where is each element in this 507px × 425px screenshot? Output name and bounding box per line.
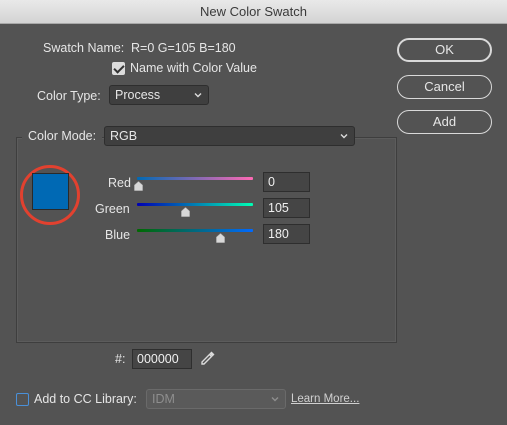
color-type-select[interactable]: Process bbox=[109, 85, 209, 105]
color-preview-swatch bbox=[32, 173, 69, 210]
hex-input[interactable]: 000000 bbox=[132, 349, 192, 369]
red-label: Red bbox=[108, 176, 131, 190]
color-mode-label: Color Mode: bbox=[28, 129, 97, 143]
name-with-color-label[interactable]: Name with Color Value bbox=[130, 61, 257, 75]
swatch-name-label: Swatch Name: bbox=[43, 41, 125, 55]
ok-button[interactable]: OK bbox=[397, 38, 492, 62]
add-to-library-label: Add to CC Library: bbox=[34, 392, 137, 406]
blue-label: Blue bbox=[105, 228, 131, 242]
chevron-down-icon bbox=[271, 397, 279, 402]
chevron-down-icon bbox=[340, 134, 348, 139]
green-value-field[interactable]: 105 bbox=[263, 198, 310, 218]
blue-slider-thumb[interactable] bbox=[215, 233, 225, 243]
green-label: Green bbox=[95, 202, 130, 216]
green-slider-thumb[interactable] bbox=[181, 207, 191, 217]
learn-more-link[interactable]: Learn More... bbox=[291, 393, 359, 405]
color-type-label: Color Type: bbox=[37, 89, 101, 103]
eyedropper-icon[interactable] bbox=[199, 349, 217, 367]
color-type-value: Process bbox=[115, 88, 161, 102]
blue-slider-track[interactable] bbox=[137, 229, 253, 232]
library-select-value: IDM bbox=[152, 392, 175, 406]
red-slider-thumb[interactable] bbox=[133, 181, 143, 191]
chevron-down-icon bbox=[194, 93, 202, 98]
color-mode-value: RGB bbox=[110, 129, 138, 143]
add-button[interactable]: Add bbox=[397, 110, 492, 134]
color-mode-panel bbox=[16, 137, 397, 343]
swatch-name-value: R=0 G=105 B=180 bbox=[131, 41, 236, 55]
window-title: New Color Swatch bbox=[0, 0, 507, 24]
red-slider-track[interactable] bbox=[137, 177, 253, 180]
hex-label: #: bbox=[115, 352, 126, 366]
name-with-color-checkbox[interactable] bbox=[112, 62, 125, 75]
add-to-library-checkbox[interactable] bbox=[16, 393, 29, 406]
blue-value-field[interactable]: 180 bbox=[263, 224, 310, 244]
green-slider-track[interactable] bbox=[137, 203, 253, 206]
library-select: IDM bbox=[146, 389, 286, 409]
red-value-field[interactable]: 0 bbox=[263, 172, 310, 192]
color-mode-select[interactable]: RGB bbox=[104, 126, 355, 146]
cancel-button[interactable]: Cancel bbox=[397, 75, 492, 99]
